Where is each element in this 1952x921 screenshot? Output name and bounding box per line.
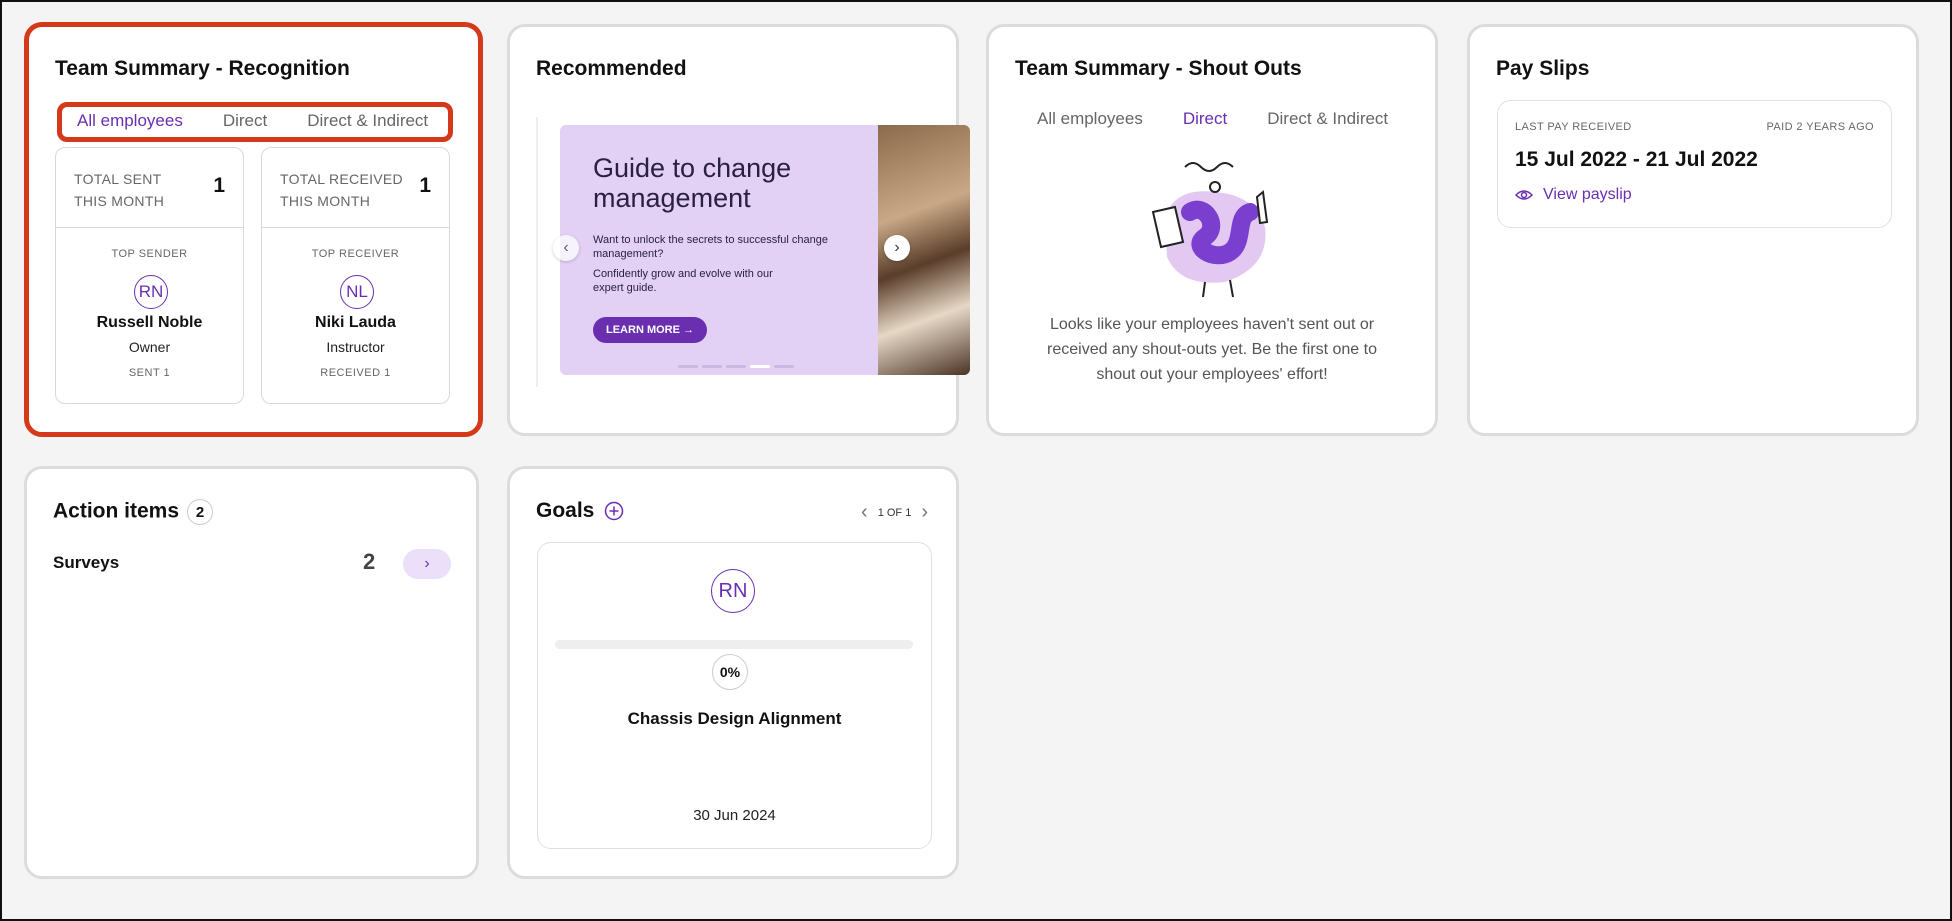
goal-progress-bar (555, 640, 913, 649)
carousel-prev-icon[interactable]: ‹ (553, 235, 579, 261)
payslips-title: Pay Slips (1496, 57, 1590, 80)
goal-name: Chassis Design Alignment (627, 709, 842, 728)
tab-direct[interactable]: Direct (1183, 109, 1227, 129)
received-count: RECEIVED 1 (320, 367, 391, 379)
total-sent-box: TOTAL SENT THIS MONTH 1 TOP SENDER RN Ru… (55, 147, 244, 404)
avatar: RN (711, 569, 755, 613)
view-payslip-link[interactable]: View payslip (1515, 186, 1632, 204)
action-items-title-label: Action items (53, 499, 180, 523)
avatar: NL (340, 275, 374, 309)
action-item-count: 2 (363, 549, 376, 574)
paid-ago-label: PAID 2 YEARS AGO (1766, 121, 1874, 133)
goals-card: Goals ‹ 1 OF 1 › RN 0% Chassis Design Al… (507, 466, 959, 879)
top-receiver-name[interactable]: Niki Lauda (262, 314, 449, 332)
pay-period: 15 Jul 2022 - 21 Jul 2022 (1515, 148, 1758, 171)
total-sent-value: 1 (213, 174, 225, 197)
goals-title-label: Goals (536, 499, 595, 522)
payslip-box: LAST PAY RECEIVED PAID 2 YEARS AGO 15 Ju… (1497, 100, 1892, 228)
chevron-right-icon[interactable]: › (403, 549, 451, 579)
total-received-header: TOTAL RECEIVED THIS MONTH 1 (262, 148, 449, 228)
add-goal-icon[interactable] (604, 501, 624, 521)
view-payslip-label: View payslip (1543, 186, 1632, 203)
total-received-value: 1 (419, 174, 431, 197)
last-pay-label: LAST PAY RECEIVED (1515, 121, 1632, 133)
banner-heading: Guide to change management (593, 153, 792, 213)
action-items-count-badge: 2 (187, 499, 214, 525)
action-item-label: Surveys (53, 553, 120, 572)
avatar: RN (134, 275, 168, 309)
banner-text-1: Want to unlock the secrets to successful… (593, 234, 828, 260)
action-items-title: Action items 2 (53, 499, 214, 525)
goal-card[interactable]: RN 0% Chassis Design Alignment 30 Jun 20… (537, 542, 932, 849)
shoutouts-card: Team Summary - Shout Outs All employees … (986, 24, 1438, 436)
top-sender-label: TOP SENDER (111, 248, 188, 260)
chevron-left-icon[interactable]: ‹ (861, 501, 868, 524)
total-sent-header: TOTAL SENT THIS MONTH 1 (56, 148, 243, 228)
recommended-title: Recommended (536, 57, 687, 80)
carousel-dot[interactable] (726, 365, 746, 368)
shout-out-illustration-icon (1151, 162, 1269, 298)
goals-pager: ‹ 1 OF 1 › (861, 501, 928, 524)
carousel-dot[interactable] (678, 365, 698, 368)
carousel-next-icon[interactable]: › (884, 235, 910, 261)
goal-due-date: 30 Jun 2024 (693, 807, 776, 824)
tab-all-employees[interactable]: All employees (1037, 109, 1143, 129)
recognition-tabs: All employees Direct Direct & Indirect (77, 111, 428, 131)
carousel-dots (678, 365, 794, 368)
sent-count: SENT 1 (128, 367, 171, 379)
tab-direct-indirect[interactable]: Direct & Indirect (1267, 109, 1388, 129)
recognition-title: Team Summary - Recognition (55, 57, 350, 80)
action-items-card: Action items 2 Surveys 2 › (24, 466, 479, 879)
carousel-dot[interactable] (702, 365, 722, 368)
eye-icon (1515, 190, 1533, 200)
top-sender-name[interactable]: Russell Noble (56, 314, 243, 332)
tab-direct-indirect[interactable]: Direct & Indirect (307, 111, 428, 131)
learn-more-button[interactable]: LEARN MORE → (593, 317, 707, 343)
top-receiver-label: TOP RECEIVER (311, 248, 400, 260)
chevron-right-icon[interactable]: › (921, 501, 928, 524)
carousel-prev-edge (536, 117, 538, 387)
recognition-card: Team Summary - Recognition All employees… (24, 22, 483, 437)
total-sent-label: TOTAL SENT THIS MONTH (74, 171, 165, 209)
total-received-label: TOTAL RECEIVED THIS MONTH (280, 171, 403, 209)
carousel-dot[interactable] (774, 365, 794, 368)
top-sender-role: Owner (128, 339, 171, 355)
payslips-card: Pay Slips LAST PAY RECEIVED PAID 2 YEARS… (1467, 24, 1919, 436)
top-receiver-role: Instructor (326, 339, 385, 355)
total-received-box: TOTAL RECEIVED THIS MONTH 1 TOP RECEIVER… (261, 147, 450, 404)
shoutouts-empty-message: Looks like your employees haven't sent o… (1047, 316, 1377, 383)
goal-progress-percent: 0% (712, 654, 748, 690)
shoutouts-tabs: All employees Direct Direct & Indirect (1037, 109, 1388, 129)
banner-text-2: Confidently grow and evolve with our exp… (593, 268, 773, 294)
carousel-dot-active[interactable] (750, 365, 770, 368)
shoutouts-title: Team Summary - Shout Outs (1015, 57, 1302, 80)
goals-title: Goals (536, 499, 624, 523)
action-item-row-surveys[interactable]: Surveys 2 › (53, 547, 453, 581)
recommended-card: Recommended Guide to change management W… (507, 24, 970, 436)
tab-direct[interactable]: Direct (223, 111, 267, 131)
goals-pager-label: 1 OF 1 (877, 506, 912, 519)
tab-all-employees[interactable]: All employees (77, 111, 183, 131)
